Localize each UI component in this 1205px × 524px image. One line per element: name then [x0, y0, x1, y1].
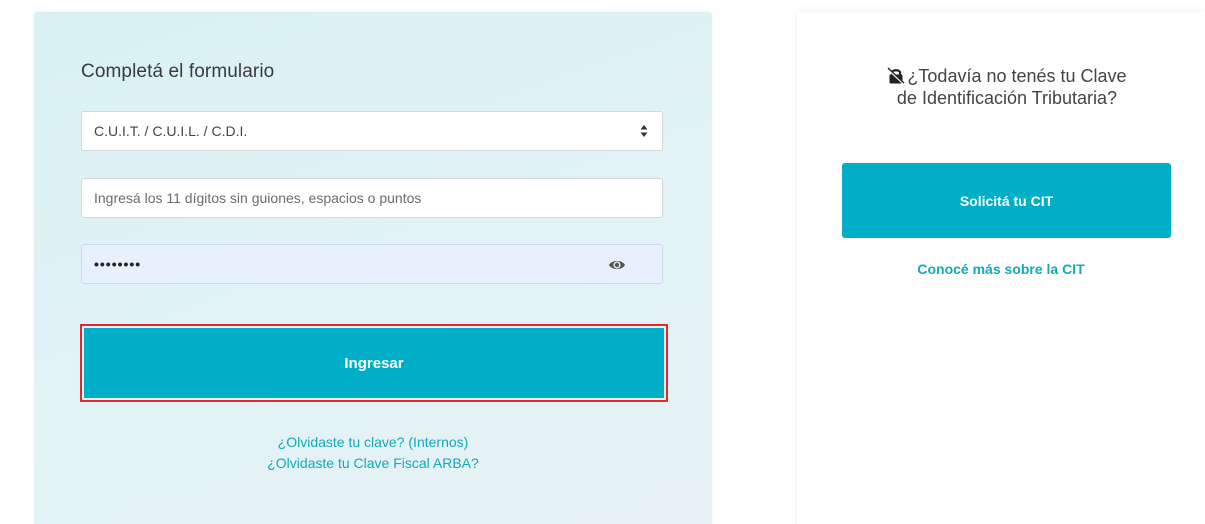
learn-more-cit-link[interactable]: Conocé más sobre la CIT — [797, 261, 1205, 277]
eye-icon[interactable] — [608, 258, 626, 272]
password-value: •••••••• — [94, 256, 142, 272]
page: Completá el formulario C.U.I.T. / C.U.I.… — [0, 0, 1205, 524]
cit-question: ¿Todavía no tenés tu Clave de Identifica… — [837, 65, 1177, 109]
document-type-selected: C.U.I.T. / C.U.I.L. / C.D.I. — [94, 123, 248, 139]
cit-info-card: ¿Todavía no tenés tu Clave de Identifica… — [797, 12, 1205, 524]
password-input[interactable]: •••••••• — [81, 244, 663, 284]
cit-question-line2: de Identificación Tributaria? — [896, 88, 1118, 108]
submit-button[interactable]: Ingresar — [84, 328, 664, 398]
form-title: Completá el formulario — [81, 61, 275, 82]
document-type-select[interactable]: C.U.I.T. / C.U.I.L. / C.D.I. — [81, 111, 663, 151]
forgot-links: ¿Olvidaste tu clave? (Internos) ¿Olvidas… — [34, 432, 712, 474]
forgot-fiscal-password-link[interactable]: ¿Olvidaste tu Clave Fiscal ARBA? — [34, 453, 712, 474]
forgot-internal-password-link[interactable]: ¿Olvidaste tu clave? (Internos) — [34, 432, 712, 453]
document-number-placeholder: Ingresá los 11 dígitos sin guiones, espa… — [94, 190, 422, 206]
document-number-input[interactable]: Ingresá los 11 dígitos sin guiones, espa… — [81, 178, 663, 218]
lock-icon — [887, 67, 906, 85]
select-arrows-icon — [640, 125, 648, 137]
request-cit-button[interactable]: Solicitá tu CIT — [842, 163, 1171, 238]
login-card: Completá el formulario C.U.I.T. / C.U.I.… — [34, 12, 712, 524]
cit-question-line1: ¿Todavía no tenés tu Clave — [907, 66, 1127, 86]
